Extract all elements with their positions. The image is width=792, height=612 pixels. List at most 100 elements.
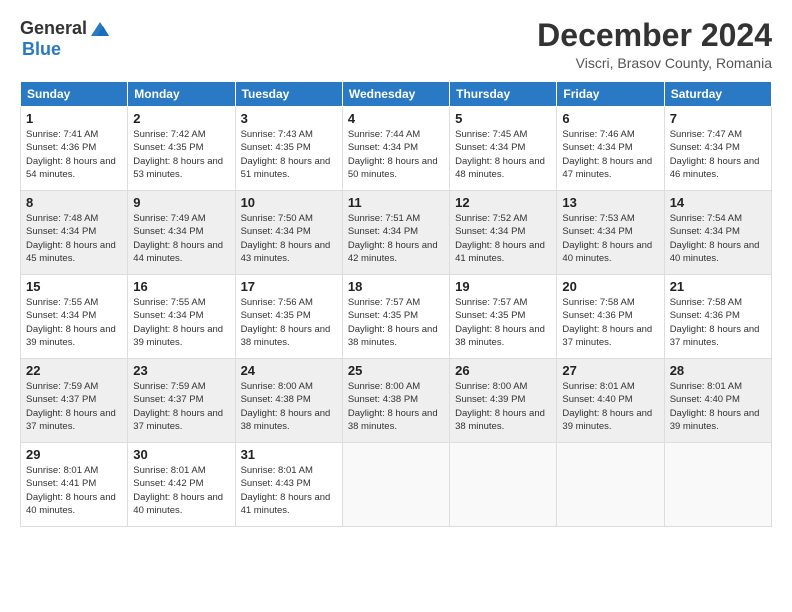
table-row: 13 Sunrise: 7:53 AMSunset: 4:34 PMDayligh…	[557, 191, 664, 275]
day-number: 31	[241, 447, 337, 462]
day-number: 10	[241, 195, 337, 210]
table-row: 30 Sunrise: 8:01 AMSunset: 4:42 PMDayligh…	[128, 443, 235, 527]
table-row: 1Sunrise: 7:41 AMSunset: 4:36 PMDaylight…	[21, 107, 128, 191]
calendar-week-row: 1Sunrise: 7:41 AMSunset: 4:36 PMDaylight…	[21, 107, 772, 191]
day-info: Sunrise: 7:57 AMSunset: 4:35 PMDaylight:…	[348, 297, 438, 348]
logo-icon	[89, 20, 111, 38]
day-number: 26	[455, 363, 551, 378]
table-row: 31 Sunrise: 8:01 AMSunset: 4:43 PMDayligh…	[235, 443, 342, 527]
logo: General Blue	[20, 18, 111, 60]
table-row	[342, 443, 449, 527]
day-info: Sunrise: 7:49 AMSunset: 4:34 PMDaylight:…	[133, 213, 223, 264]
day-number: 14	[670, 195, 766, 210]
header-tuesday: Tuesday	[235, 82, 342, 107]
day-info: Sunrise: 8:00 AMSunset: 4:38 PMDaylight:…	[241, 381, 331, 432]
logo-blue: Blue	[22, 39, 61, 60]
table-row: 17 Sunrise: 7:56 AMSunset: 4:35 PMDayligh…	[235, 275, 342, 359]
table-row: 16Sunrise: 7:55 AMSunset: 4:34 PMDayligh…	[128, 275, 235, 359]
table-row: 12Sunrise: 7:52 AMSunset: 4:34 PMDayligh…	[450, 191, 557, 275]
calendar-week-row: 8 Sunrise: 7:48 AMSunset: 4:34 PMDaylight…	[21, 191, 772, 275]
table-row: 9Sunrise: 7:49 AMSunset: 4:34 PMDaylight…	[128, 191, 235, 275]
day-number: 6	[562, 111, 658, 126]
table-row: 10 Sunrise: 7:50 AMSunset: 4:34 PMDayligh…	[235, 191, 342, 275]
day-number: 18	[348, 279, 444, 294]
day-info: Sunrise: 7:53 AMSunset: 4:34 PMDaylight:…	[562, 213, 652, 264]
day-info: Sunrise: 7:57 AMSunset: 4:35 PMDaylight:…	[455, 297, 545, 348]
day-number: 30	[133, 447, 229, 462]
table-row: 26 Sunrise: 8:00 AMSunset: 4:39 PMDayligh…	[450, 359, 557, 443]
logo-blue-row: Blue	[20, 39, 61, 60]
table-row: 4Sunrise: 7:44 AMSunset: 4:34 PMDaylight…	[342, 107, 449, 191]
header-friday: Friday	[557, 82, 664, 107]
day-info: Sunrise: 7:51 AMSunset: 4:34 PMDaylight:…	[348, 213, 438, 264]
day-number: 21	[670, 279, 766, 294]
calendar-week-row: 15 Sunrise: 7:55 AMSunset: 4:34 PMDayligh…	[21, 275, 772, 359]
day-number: 25	[348, 363, 444, 378]
day-info: Sunrise: 8:00 AMSunset: 4:38 PMDaylight:…	[348, 381, 438, 432]
day-number: 17	[241, 279, 337, 294]
day-number: 11	[348, 195, 444, 210]
day-info: Sunrise: 7:59 AMSunset: 4:37 PMDaylight:…	[26, 381, 116, 432]
table-row: 15 Sunrise: 7:55 AMSunset: 4:34 PMDayligh…	[21, 275, 128, 359]
day-info: Sunrise: 7:42 AMSunset: 4:35 PMDaylight:…	[133, 129, 223, 180]
day-number: 3	[241, 111, 337, 126]
header-saturday: Saturday	[664, 82, 771, 107]
header-monday: Monday	[128, 82, 235, 107]
day-info: Sunrise: 8:01 AMSunset: 4:43 PMDaylight:…	[241, 465, 331, 516]
day-info: Sunrise: 7:46 AMSunset: 4:34 PMDaylight:…	[562, 129, 652, 180]
header-sunday: Sunday	[21, 82, 128, 107]
day-number: 27	[562, 363, 658, 378]
day-info: Sunrise: 7:58 AMSunset: 4:36 PMDaylight:…	[562, 297, 652, 348]
table-row: 7Sunrise: 7:47 AMSunset: 4:34 PMDaylight…	[664, 107, 771, 191]
day-info: Sunrise: 7:58 AMSunset: 4:36 PMDaylight:…	[670, 297, 760, 348]
header-thursday: Thursday	[450, 82, 557, 107]
day-number: 8	[26, 195, 122, 210]
month-title: December 2024	[537, 18, 772, 53]
table-row: 24 Sunrise: 8:00 AMSunset: 4:38 PMDayligh…	[235, 359, 342, 443]
table-row: 6 Sunrise: 7:46 AMSunset: 4:34 PMDaylight…	[557, 107, 664, 191]
table-row: 3Sunrise: 7:43 AMSunset: 4:35 PMDaylight…	[235, 107, 342, 191]
calendar-week-row: 29Sunrise: 8:01 AMSunset: 4:41 PMDayligh…	[21, 443, 772, 527]
table-row: 27 Sunrise: 8:01 AMSunset: 4:40 PMDayligh…	[557, 359, 664, 443]
day-info: Sunrise: 7:47 AMSunset: 4:34 PMDaylight:…	[670, 129, 760, 180]
day-info: Sunrise: 8:01 AMSunset: 4:42 PMDaylight:…	[133, 465, 223, 516]
day-number: 19	[455, 279, 551, 294]
table-row: 20 Sunrise: 7:58 AMSunset: 4:36 PMDayligh…	[557, 275, 664, 359]
table-row: 8 Sunrise: 7:48 AMSunset: 4:34 PMDaylight…	[21, 191, 128, 275]
header: General Blue December 2024 Viscri, Braso…	[20, 18, 772, 71]
table-row: 18 Sunrise: 7:57 AMSunset: 4:35 PMDayligh…	[342, 275, 449, 359]
day-info: Sunrise: 7:41 AMSunset: 4:36 PMDaylight:…	[26, 129, 116, 180]
day-info: Sunrise: 7:54 AMSunset: 4:34 PMDaylight:…	[670, 213, 760, 264]
day-number: 24	[241, 363, 337, 378]
day-number: 20	[562, 279, 658, 294]
day-number: 16	[133, 279, 229, 294]
day-number: 15	[26, 279, 122, 294]
table-row: 11 Sunrise: 7:51 AMSunset: 4:34 PMDayligh…	[342, 191, 449, 275]
day-info: Sunrise: 7:44 AMSunset: 4:34 PMDaylight:…	[348, 129, 438, 180]
title-block: December 2024 Viscri, Brasov County, Rom…	[537, 18, 772, 71]
table-row	[557, 443, 664, 527]
day-number: 28	[670, 363, 766, 378]
table-row: 25 Sunrise: 8:00 AMSunset: 4:38 PMDayligh…	[342, 359, 449, 443]
day-info: Sunrise: 7:48 AMSunset: 4:34 PMDaylight:…	[26, 213, 116, 264]
day-info: Sunrise: 8:01 AMSunset: 4:40 PMDaylight:…	[670, 381, 760, 432]
day-info: Sunrise: 7:55 AMSunset: 4:34 PMDaylight:…	[26, 297, 116, 348]
day-info: Sunrise: 8:00 AMSunset: 4:39 PMDaylight:…	[455, 381, 545, 432]
table-row: 22 Sunrise: 7:59 AMSunset: 4:37 PMDayligh…	[21, 359, 128, 443]
calendar-table: Sunday Monday Tuesday Wednesday Thursday…	[20, 81, 772, 527]
day-info: Sunrise: 7:50 AMSunset: 4:34 PMDaylight:…	[241, 213, 331, 264]
day-info: Sunrise: 8:01 AMSunset: 4:40 PMDaylight:…	[562, 381, 652, 432]
day-info: Sunrise: 7:45 AMSunset: 4:34 PMDaylight:…	[455, 129, 545, 180]
day-info: Sunrise: 7:56 AMSunset: 4:35 PMDaylight:…	[241, 297, 331, 348]
table-row	[450, 443, 557, 527]
day-number: 12	[455, 195, 551, 210]
logo-text: General	[20, 18, 111, 39]
subtitle: Viscri, Brasov County, Romania	[537, 55, 772, 71]
table-row: 28 Sunrise: 8:01 AMSunset: 4:40 PMDayligh…	[664, 359, 771, 443]
day-number: 5	[455, 111, 551, 126]
day-number: 13	[562, 195, 658, 210]
table-row: 21 Sunrise: 7:58 AMSunset: 4:36 PMDayligh…	[664, 275, 771, 359]
day-info: Sunrise: 8:01 AMSunset: 4:41 PMDaylight:…	[26, 465, 116, 516]
header-wednesday: Wednesday	[342, 82, 449, 107]
day-number: 22	[26, 363, 122, 378]
